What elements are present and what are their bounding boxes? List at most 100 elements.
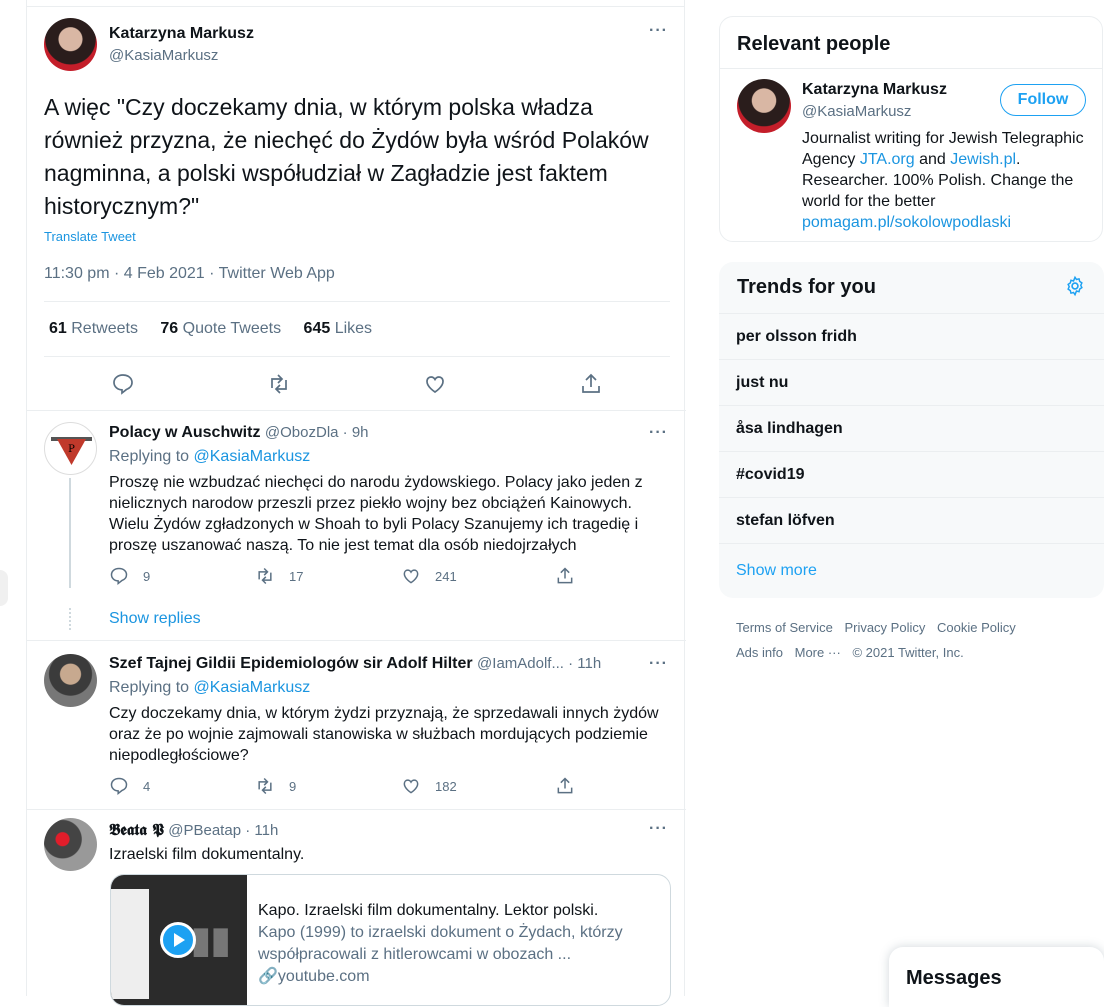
reply-icon bbox=[110, 567, 128, 586]
more-options-icon[interactable]: ··· bbox=[649, 820, 668, 838]
more-options-icon[interactable]: ··· bbox=[649, 424, 668, 442]
person-handle[interactable]: @KasiaMarkusz bbox=[802, 103, 911, 120]
reply-avatar[interactable] bbox=[44, 818, 97, 871]
reply-count: 4 bbox=[143, 778, 151, 794]
bio-link-jta[interactable]: JTA.org bbox=[860, 151, 915, 168]
divider bbox=[27, 6, 684, 7]
reply-handle-time[interactable]: @PBeatap · 11h bbox=[168, 822, 278, 839]
more-options-icon[interactable]: ··· bbox=[649, 655, 668, 673]
thumbnail-graphic: ▮▮ bbox=[191, 919, 231, 960]
reply-handle-time[interactable]: @ObozDla · 9h bbox=[265, 424, 369, 441]
quotes-label[interactable]: Quote Tweets bbox=[183, 320, 281, 337]
show-replies-link[interactable]: Show replies bbox=[109, 610, 201, 628]
reply-header: Szef Tajnej Gildii Epidemiologów sir Ado… bbox=[109, 655, 601, 673]
like-count: 182 bbox=[435, 778, 457, 794]
card-title: Kapo. Izraelski film dokumentalny. Lekto… bbox=[258, 902, 599, 919]
reply-author-name[interactable]: Szef Tajnej Gildii Epidemiologów sir Ado… bbox=[109, 655, 473, 672]
privacy-link[interactable]: Privacy Policy bbox=[844, 620, 925, 635]
reply-button[interactable]: 4 bbox=[109, 776, 150, 796]
trend-label: åsa lindhagen bbox=[736, 420, 843, 437]
reply-icon[interactable] bbox=[111, 372, 135, 396]
trend-item[interactable]: per olsson fridh bbox=[719, 313, 1104, 360]
divider bbox=[27, 640, 686, 641]
dvd-cover bbox=[111, 889, 149, 999]
retweet-button[interactable]: 9 bbox=[255, 776, 296, 796]
settings-gear-icon[interactable] bbox=[1064, 275, 1086, 297]
person-avatar[interactable] bbox=[737, 79, 791, 133]
panel-title: Trends for you bbox=[737, 276, 876, 298]
show-more-link[interactable]: Show more bbox=[719, 543, 1104, 599]
show-more-label: Show more bbox=[736, 562, 817, 579]
replying-to-handle[interactable]: @KasiaMarkusz bbox=[194, 448, 311, 465]
like-icon[interactable] bbox=[423, 372, 447, 396]
author-name[interactable]: Katarzyna Markusz bbox=[109, 25, 254, 43]
messages-drawer[interactable]: Messages bbox=[889, 947, 1104, 1007]
play-icon[interactable] bbox=[160, 922, 196, 958]
reply-author-name[interactable]: 𝕭𝖊𝖆𝖙𝖆 𝕻 bbox=[109, 820, 164, 839]
share-icon[interactable] bbox=[555, 566, 575, 586]
retweet-icon bbox=[258, 567, 272, 585]
bio-link-pomagam[interactable]: pomagam.pl/sokolowpodlaski bbox=[802, 214, 1011, 231]
replying-to-handle[interactable]: @KasiaMarkusz bbox=[194, 679, 311, 696]
person-bio: Journalist writing for Jewish Telegraphi… bbox=[802, 128, 1087, 233]
likes-count[interactable]: 645 bbox=[304, 320, 331, 337]
reply-avatar[interactable] bbox=[44, 654, 97, 707]
more-options-icon[interactable]: ··· bbox=[649, 22, 668, 40]
ads-info-link[interactable]: Ads info bbox=[736, 645, 783, 660]
tweet-timestamp[interactable]: 11:30 pm · 4 Feb 2021 · Twitter Web App bbox=[44, 265, 335, 283]
thread-line bbox=[69, 478, 71, 588]
reply-avatar[interactable]: P bbox=[44, 422, 97, 475]
tweet-stats: 61 Retweets 76 Quote Tweets 645 Likes bbox=[49, 320, 390, 338]
trend-item[interactable]: åsa lindhagen bbox=[719, 405, 1104, 452]
retweet-count: 17 bbox=[289, 568, 304, 584]
trend-label: stefan löfven bbox=[736, 512, 835, 529]
bio-text: and bbox=[914, 151, 951, 168]
link-card[interactable]: ▮▮ Kapo. Izraelski film dokumentalny. Le… bbox=[110, 874, 671, 1006]
retweet-button[interactable]: 17 bbox=[255, 566, 303, 586]
replying-to: Replying to @KasiaMarkusz bbox=[109, 448, 310, 466]
reply-header: 𝕭𝖊𝖆𝖙𝖆 𝕻 @PBeatap · 11h bbox=[109, 820, 278, 840]
reply-author-name[interactable]: Polacy w Auschwitz bbox=[109, 424, 260, 441]
trend-item[interactable]: stefan löfven bbox=[719, 497, 1104, 544]
share-icon[interactable] bbox=[579, 372, 603, 396]
follow-button[interactable]: Follow bbox=[1000, 84, 1086, 116]
likes-label[interactable]: Likes bbox=[335, 320, 372, 337]
cookie-link[interactable]: Cookie Policy bbox=[937, 620, 1016, 635]
thread-dots bbox=[69, 608, 73, 630]
trend-label: per olsson fridh bbox=[736, 328, 857, 345]
person-name[interactable]: Katarzyna Markusz bbox=[802, 81, 947, 99]
author-handle[interactable]: @KasiaMarkusz bbox=[109, 47, 218, 64]
divider bbox=[27, 410, 686, 411]
reply-header: Polacy w Auschwitz @ObozDla · 9h bbox=[109, 424, 369, 442]
replying-to: Replying to @KasiaMarkusz bbox=[109, 679, 310, 697]
more-link[interactable]: More ··· bbox=[795, 645, 841, 660]
like-count: 241 bbox=[435, 568, 457, 584]
divider bbox=[44, 356, 670, 357]
retweets-count[interactable]: 61 bbox=[49, 320, 67, 337]
trend-item[interactable]: just nu bbox=[719, 359, 1104, 406]
card-domain: 🔗youtube.com bbox=[258, 966, 370, 986]
translate-tweet-link[interactable]: Translate Tweet bbox=[44, 229, 136, 244]
replying-to-label: Replying to bbox=[109, 448, 194, 465]
reply-text: Czy doczekamy dnia, w którym żydzi przyz… bbox=[109, 705, 659, 764]
retweets-label[interactable]: Retweets bbox=[71, 320, 138, 337]
like-button[interactable]: 182 bbox=[401, 776, 457, 796]
reply-handle-time[interactable]: @IamAdolf... · 11h bbox=[477, 655, 601, 672]
like-button[interactable]: 241 bbox=[401, 566, 457, 586]
trend-item[interactable]: #covid19 bbox=[719, 451, 1104, 498]
retweet-icon[interactable] bbox=[267, 372, 291, 396]
footer-links: Terms of Service Privacy Policy Cookie P… bbox=[736, 620, 1024, 635]
card-description: Kapo (1999) to izraelski dokument o Żyda… bbox=[258, 924, 623, 963]
terms-link[interactable]: Terms of Service bbox=[736, 620, 833, 635]
replying-to-label: Replying to bbox=[109, 679, 194, 696]
retweet-count: 9 bbox=[289, 778, 297, 794]
reply-text: Proszę nie wzbudzać niechęci do narodu ż… bbox=[109, 474, 643, 554]
divider bbox=[27, 809, 686, 810]
divider bbox=[44, 301, 670, 302]
share-icon[interactable] bbox=[555, 776, 575, 796]
reply-button[interactable]: 9 bbox=[109, 566, 150, 586]
quotes-count[interactable]: 76 bbox=[160, 320, 178, 337]
author-avatar[interactable] bbox=[44, 18, 97, 71]
bio-link-jewish[interactable]: Jewish.pl bbox=[950, 151, 1016, 168]
main-column: Katarzyna Markusz @KasiaMarkusz ··· A wi… bbox=[26, 0, 686, 1006]
